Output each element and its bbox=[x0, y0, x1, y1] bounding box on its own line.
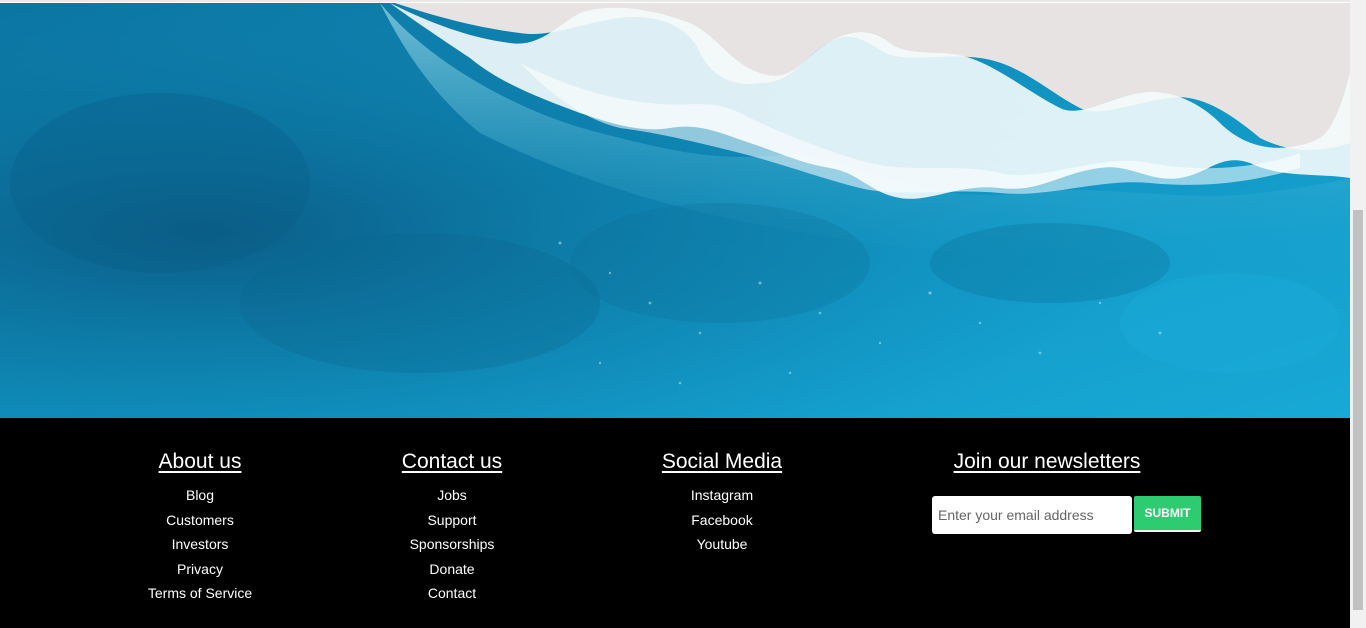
social-links: Instagram Facebook Youtube bbox=[622, 483, 822, 557]
site-footer: About us Blog Customers Investors Privac… bbox=[0, 418, 1350, 628]
footer-link-sponsorships[interactable]: Sponsorships bbox=[410, 532, 495, 557]
footer-link-investors[interactable]: Investors bbox=[172, 532, 229, 557]
footer-newsletter-column: Join our newsletters bbox=[932, 450, 1162, 474]
social-heading: Social Media bbox=[661, 450, 783, 473]
newsletter-email-input[interactable] bbox=[932, 496, 1132, 534]
scrollbar-thumb[interactable] bbox=[1353, 210, 1363, 610]
footer-link-customers[interactable]: Customers bbox=[166, 508, 234, 533]
footer-link-instagram[interactable]: Instagram bbox=[691, 483, 753, 508]
footer-social-column: Social Media Instagram Facebook Youtube bbox=[622, 450, 822, 557]
footer-link-youtube[interactable]: Youtube bbox=[697, 532, 748, 557]
footer-link-jobs[interactable]: Jobs bbox=[437, 483, 467, 508]
newsletter-heading: Join our newsletters bbox=[953, 450, 1141, 473]
footer-link-blog[interactable]: Blog bbox=[186, 483, 214, 508]
footer-link-support[interactable]: Support bbox=[427, 508, 476, 533]
about-heading: About us bbox=[158, 450, 242, 473]
footer-link-contact[interactable]: Contact bbox=[428, 581, 476, 606]
footer-about-column: About us Blog Customers Investors Privac… bbox=[100, 450, 300, 606]
newsletter-submit-button[interactable]: SUBMIT bbox=[1134, 496, 1201, 532]
vertical-scrollbar[interactable] bbox=[1350, 0, 1366, 628]
about-links: Blog Customers Investors Privacy Terms o… bbox=[100, 483, 300, 606]
footer-link-terms[interactable]: Terms of Service bbox=[148, 581, 252, 606]
contact-links: Jobs Support Sponsorships Donate Contact bbox=[352, 483, 552, 606]
footer-link-facebook[interactable]: Facebook bbox=[691, 508, 752, 533]
footer-contact-column: Contact us Jobs Support Sponsorships Don… bbox=[352, 450, 552, 606]
page-top-border bbox=[0, 0, 1350, 2]
footer-link-donate[interactable]: Donate bbox=[429, 557, 474, 582]
contact-heading: Contact us bbox=[401, 450, 503, 473]
ocean-beach-illustration bbox=[0, 3, 1350, 418]
hero-ocean-image bbox=[0, 3, 1350, 418]
footer-link-privacy[interactable]: Privacy bbox=[177, 557, 223, 582]
